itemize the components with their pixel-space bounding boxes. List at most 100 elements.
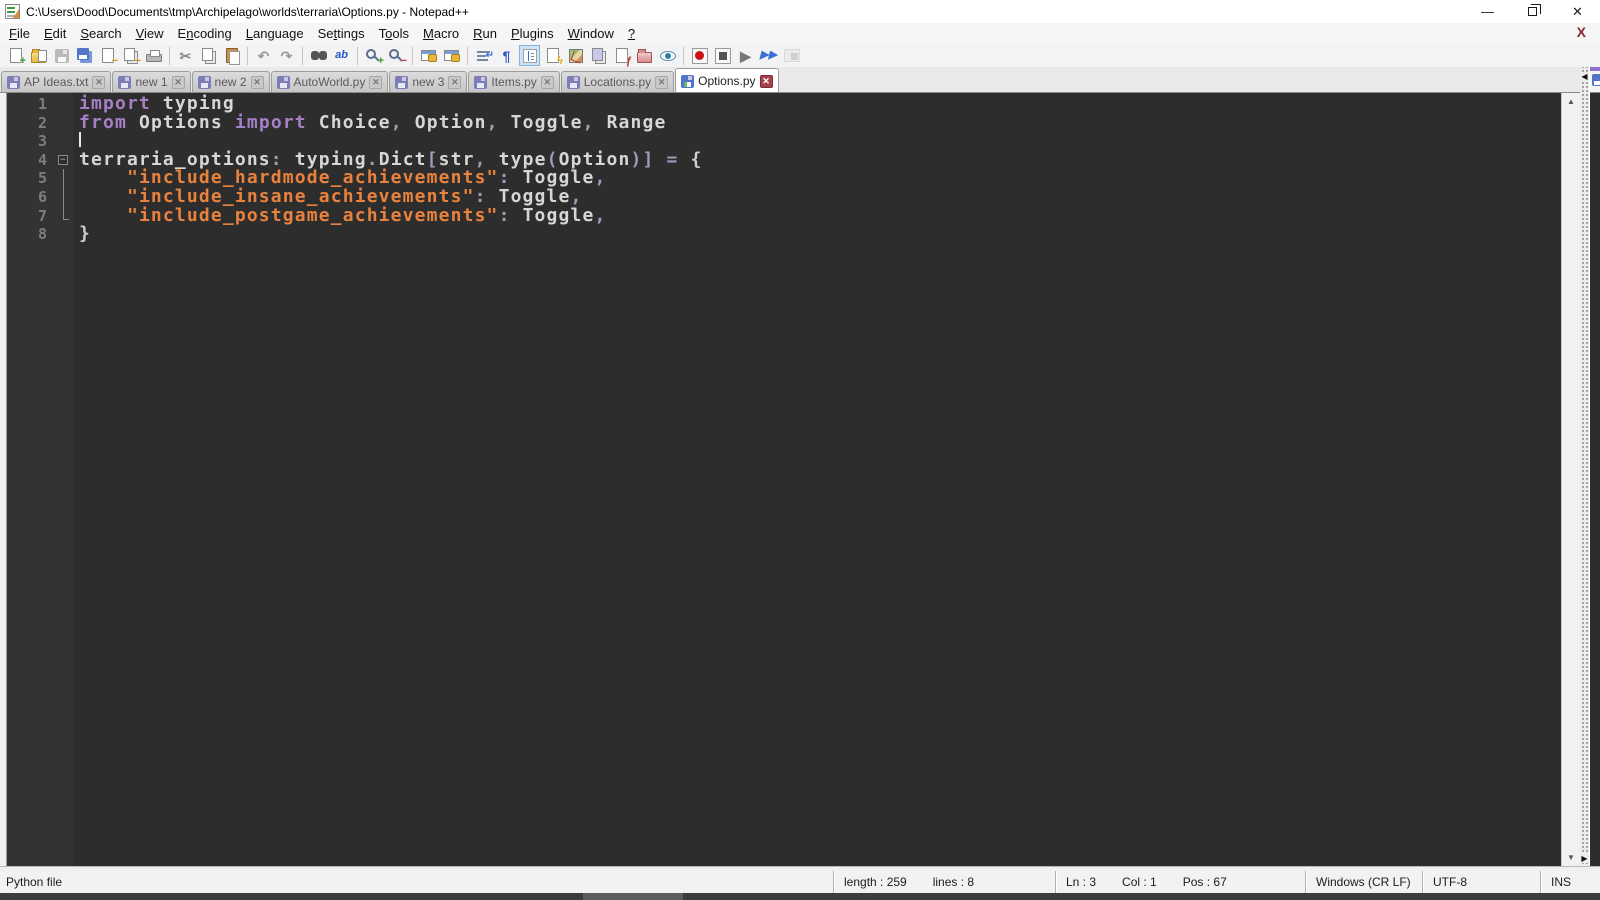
menu-language[interactable]: Language — [239, 24, 311, 43]
cut-icon[interactable]: ✂ — [175, 45, 196, 66]
code-line[interactable]: } — [79, 224, 1561, 244]
tab-bar: AP Ideas.txt ✕ new 1 ✕ new 2 ✕ AutoWorld.py ✕ ne… — [0, 67, 1580, 92]
menu-settings[interactable]: Settings — [311, 24, 372, 43]
code-line[interactable]: "include_postgame_achievements": Toggle, — [79, 206, 1561, 226]
tab-close-icon[interactable]: ✕ — [171, 75, 185, 89]
macro-playback-icon[interactable]: ▶ — [735, 45, 756, 66]
close-document-x-icon[interactable]: X — [1577, 24, 1586, 40]
zoom-out-icon[interactable]: − — [386, 45, 407, 67]
fold-margin-cell — [55, 114, 73, 133]
menu-?[interactable]: ? — [621, 24, 642, 43]
macro-stop-icon[interactable] — [712, 45, 733, 66]
tab-ap-ideas-txt[interactable]: AP Ideas.txt ✕ — [1, 71, 112, 92]
tab-close-icon[interactable]: ✕ — [92, 75, 106, 89]
menu-view[interactable]: View — [129, 24, 171, 43]
scroll-down-icon[interactable]: ▼ — [1562, 849, 1580, 866]
document-map-icon[interactable] — [565, 45, 586, 66]
menu-run[interactable]: Run — [466, 24, 504, 43]
user-defined-language-icon[interactable]: ϟ — [542, 45, 563, 67]
menu-bar: File Edit Search View Encoding Language Settin… — [0, 23, 1600, 44]
paste-icon[interactable] — [221, 45, 242, 66]
tab-label: new 2 — [214, 75, 247, 89]
undo-icon[interactable]: ↶ — [253, 45, 274, 66]
tab-close-icon[interactable]: ✕ — [655, 75, 669, 89]
tab-close-icon[interactable]: ✕ — [540, 75, 554, 89]
tab-autoworld-py[interactable]: AutoWorld.py ✕ — [270, 71, 389, 92]
minimize-button[interactable]: — — [1465, 0, 1510, 23]
menu-window[interactable]: Window — [561, 24, 621, 43]
monitoring-icon[interactable] — [657, 45, 678, 66]
macro-save-icon[interactable] — [781, 45, 802, 66]
scroll-up-icon[interactable]: ▲ — [1562, 93, 1580, 110]
open-file-icon[interactable] — [28, 45, 49, 66]
menu-tools[interactable]: Tools — [372, 24, 416, 43]
print-icon[interactable] — [143, 45, 164, 66]
new-file-icon[interactable]: + — [5, 45, 26, 67]
tab-close-icon[interactable]: ✕ — [448, 75, 462, 89]
tab-close-icon[interactable]: ✕ — [759, 74, 773, 88]
menu-file[interactable]: File — [2, 24, 37, 43]
menu-plugins[interactable]: Plugins — [504, 24, 561, 43]
save-all-icon[interactable] — [74, 45, 95, 66]
macro-record-icon[interactable] — [689, 45, 710, 66]
splitter-collapse-right-icon[interactable]: ▶ — [1580, 854, 1589, 863]
tab-new-3[interactable]: new 3 ✕ — [389, 71, 468, 92]
tab-locations-py[interactable]: Locations.py ✕ — [560, 71, 675, 92]
function-list-icon[interactable]: ƒ — [611, 45, 632, 67]
toolbar-separator — [247, 46, 248, 65]
sync-vertical-scrolling-icon[interactable] — [418, 45, 439, 66]
menu-edit[interactable]: Edit — [37, 24, 73, 43]
view-splitter[interactable]: ◀ ▶ — [1580, 67, 1589, 866]
saved-file-icon — [395, 75, 409, 89]
tab-new-2[interactable]: new 2 ✕ — [191, 71, 270, 92]
tab-label: Options.py — [698, 74, 756, 88]
editor-area: 12345678 − import typing from Options imp… — [0, 92, 1580, 866]
save-file-icon[interactable] — [51, 45, 72, 66]
close-all-files-icon[interactable]: − — [120, 45, 141, 67]
tab-options-py[interactable]: Options.py ✕ — [675, 68, 779, 92]
status-pos-value: Pos : 67 — [1182, 875, 1227, 889]
code-line[interactable]: from Options import Choice, Option, Togg… — [79, 113, 1561, 133]
toolbar-separator — [169, 46, 170, 65]
status-line-value: Ln : 3 — [1066, 875, 1097, 889]
redo-icon[interactable]: ↷ — [276, 45, 297, 66]
show-indent-guide-icon[interactable] — [519, 45, 540, 66]
tab-new-1[interactable]: new 1 ✕ — [112, 71, 191, 92]
close-file-icon[interactable]: − — [97, 45, 118, 67]
splitter-collapse-left-icon[interactable]: ◀ — [1580, 72, 1589, 81]
tab-items-py[interactable]: Items.py ✕ — [468, 71, 560, 92]
macro-run-multiple-icon[interactable]: ▶▶ — [758, 45, 779, 66]
tab-close-icon[interactable]: ✕ — [250, 75, 264, 89]
folder-as-workspace-icon[interactable] — [634, 45, 655, 66]
close-button[interactable]: ✕ — [1555, 0, 1600, 23]
saved-file-icon — [118, 75, 132, 89]
notepad-plus-plus-icon — [5, 4, 20, 19]
restore-button[interactable] — [1510, 0, 1555, 23]
tab-close-icon[interactable]: ✕ — [369, 75, 383, 89]
line-number: 7 — [37, 206, 47, 225]
find-icon[interactable] — [308, 45, 329, 66]
menu-search[interactable]: Search — [73, 24, 128, 43]
zoom-in-icon[interactable]: + — [363, 45, 384, 67]
tab-label: AutoWorld.py — [293, 75, 366, 89]
copy-icon[interactable] — [198, 45, 219, 66]
second-view-partial-tab[interactable] — [1590, 67, 1600, 92]
saved-file-icon — [197, 75, 211, 89]
second-view-editor[interactable] — [1590, 92, 1600, 866]
line-number-margin: 12345678 — [7, 93, 55, 866]
code-editor[interactable]: import typing from Options import Choice,… — [73, 93, 1561, 866]
saved-file-icon — [474, 75, 488, 89]
menu-macro[interactable]: Macro — [416, 24, 466, 43]
replace-icon[interactable]: ab — [331, 45, 352, 66]
show-all-characters-icon[interactable]: ¶ — [496, 45, 517, 66]
menu-encoding[interactable]: Encoding — [171, 24, 239, 43]
fold-margin[interactable]: − — [55, 93, 73, 866]
line-number: 5 — [37, 169, 47, 188]
vertical-scrollbar[interactable]: ▲ ▼ — [1561, 93, 1580, 866]
fold-marker[interactable]: − — [55, 151, 73, 170]
word-wrap-icon[interactable] — [473, 45, 494, 66]
bottom-edge-strip — [0, 893, 1600, 900]
document-switcher-icon[interactable] — [588, 45, 609, 66]
toolbar-separator — [302, 46, 303, 65]
sync-horizontal-scrolling-icon[interactable] — [441, 45, 462, 66]
